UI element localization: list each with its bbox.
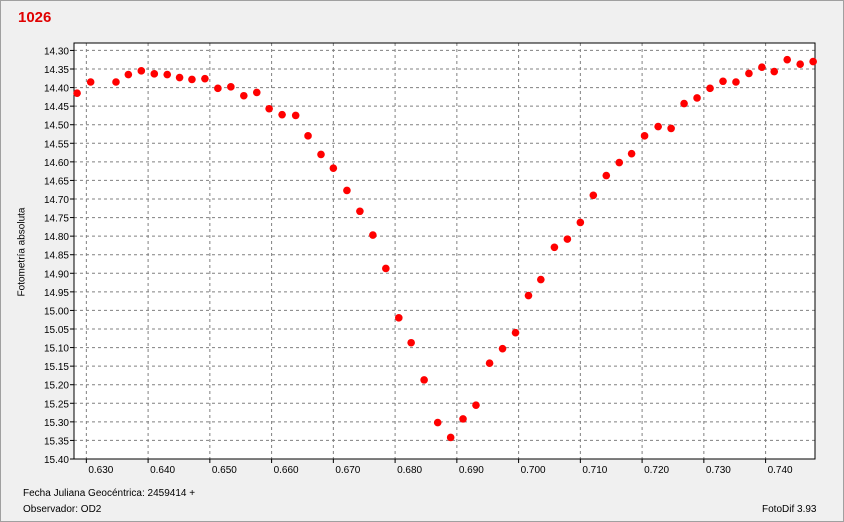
data-point bbox=[602, 171, 611, 180]
data-point bbox=[86, 78, 95, 86]
y-tick-label: 14.50 bbox=[44, 121, 69, 132]
data-point bbox=[343, 186, 351, 195]
data-point bbox=[783, 55, 792, 64]
data-point bbox=[356, 207, 364, 216]
y-tick-label: 14.80 bbox=[44, 232, 69, 243]
data-point bbox=[745, 69, 753, 78]
x-tick-label: 0.670 bbox=[335, 465, 360, 476]
y-tick-label: 14.85 bbox=[44, 251, 69, 262]
x-axis-label: Fecha Juliana Geocéntrica: 2459414 + bbox=[23, 488, 196, 499]
data-point bbox=[576, 218, 585, 227]
data-point bbox=[680, 99, 688, 108]
data-point bbox=[329, 164, 338, 172]
data-point bbox=[73, 89, 81, 97]
x-tick-label: 0.740 bbox=[768, 465, 793, 476]
x-tick-label: 0.650 bbox=[212, 465, 237, 476]
data-point bbox=[796, 60, 804, 68]
data-point bbox=[446, 433, 455, 442]
data-point bbox=[537, 275, 545, 284]
x-tick-label: 0.680 bbox=[397, 465, 422, 476]
data-point bbox=[252, 88, 261, 97]
software-label: FotoDif 3.93 bbox=[762, 504, 817, 515]
x-tick-label: 0.630 bbox=[88, 465, 113, 476]
data-point bbox=[124, 70, 133, 79]
data-point bbox=[524, 291, 533, 300]
y-tick-label: 15.15 bbox=[44, 362, 69, 373]
data-point bbox=[382, 264, 390, 273]
data-point bbox=[563, 235, 572, 243]
plot-area: 0.630 0.640 0.650 0.660 0.670 0.680 0.690 0.700… bbox=[44, 42, 817, 476]
y-tick-label: 14.90 bbox=[44, 269, 69, 280]
data-point bbox=[240, 91, 248, 100]
observer-label: Observador: OD2 bbox=[23, 504, 102, 515]
data-point bbox=[112, 78, 120, 86]
x-tick-label: 0.720 bbox=[644, 465, 669, 476]
data-point bbox=[214, 84, 222, 93]
data-point bbox=[175, 73, 184, 82]
data-point bbox=[317, 150, 325, 159]
y-tick-label: 14.60 bbox=[44, 158, 69, 169]
y-tick-label: 15.30 bbox=[44, 418, 69, 429]
data-point bbox=[459, 415, 467, 423]
data-point bbox=[201, 74, 209, 83]
data-point bbox=[640, 132, 649, 140]
data-point bbox=[291, 111, 300, 120]
x-tick-label: 0.660 bbox=[274, 465, 299, 476]
data-point bbox=[667, 124, 675, 133]
data-point bbox=[758, 63, 766, 71]
y-tick-label: 14.55 bbox=[44, 139, 69, 150]
data-point bbox=[227, 83, 235, 91]
x-tick-label: 0.690 bbox=[459, 465, 484, 476]
data-point bbox=[420, 376, 428, 384]
data-point bbox=[433, 418, 442, 427]
y-tick-label: 14.45 bbox=[44, 102, 69, 113]
x-tick-label: 0.700 bbox=[521, 465, 546, 476]
data-point bbox=[693, 94, 701, 102]
data-point bbox=[809, 57, 817, 66]
y-tick-label: 14.35 bbox=[44, 65, 69, 76]
data-point bbox=[654, 122, 662, 131]
y-tick-label: 15.20 bbox=[44, 381, 69, 392]
x-tick-label: 0.640 bbox=[150, 465, 175, 476]
data-point bbox=[188, 75, 196, 84]
y-tick-label: 14.95 bbox=[44, 288, 69, 299]
data-point bbox=[770, 67, 779, 76]
y-tick-label: 14.40 bbox=[44, 84, 69, 95]
data-point bbox=[163, 70, 172, 79]
y-tick-label: 15.05 bbox=[44, 325, 69, 336]
data-point bbox=[550, 243, 559, 252]
data-point bbox=[498, 344, 507, 353]
data-point bbox=[615, 158, 624, 167]
data-point bbox=[589, 191, 598, 200]
data-point bbox=[137, 67, 146, 75]
data-point bbox=[265, 104, 273, 113]
y-tick-label: 15.35 bbox=[44, 436, 69, 447]
data-point bbox=[150, 70, 159, 78]
data-point bbox=[407, 338, 415, 347]
y-tick-label: 15.00 bbox=[44, 306, 69, 317]
y-tick-label: 14.30 bbox=[44, 46, 69, 57]
y-tick-label: 14.65 bbox=[44, 176, 69, 187]
grid-lines bbox=[70, 42, 816, 463]
data-point bbox=[485, 359, 494, 367]
data-point bbox=[369, 231, 377, 239]
data-point bbox=[472, 401, 480, 409]
y-tick-label: 14.75 bbox=[44, 214, 69, 225]
data-point bbox=[395, 314, 403, 322]
y-tick-label: 15.10 bbox=[44, 344, 69, 355]
data-point bbox=[627, 149, 636, 158]
x-tick-label: 0.730 bbox=[706, 465, 731, 476]
data-point bbox=[278, 110, 286, 119]
y-tick-label: 14.70 bbox=[44, 195, 69, 206]
data-point bbox=[719, 77, 727, 86]
data-point bbox=[732, 78, 740, 86]
y-tick-label: 15.40 bbox=[44, 455, 69, 466]
data-point bbox=[706, 84, 714, 93]
x-tick-label: 0.710 bbox=[582, 465, 607, 476]
data-point bbox=[511, 328, 520, 337]
data-point bbox=[304, 132, 312, 140]
y-tick-label: 15.25 bbox=[44, 399, 69, 410]
